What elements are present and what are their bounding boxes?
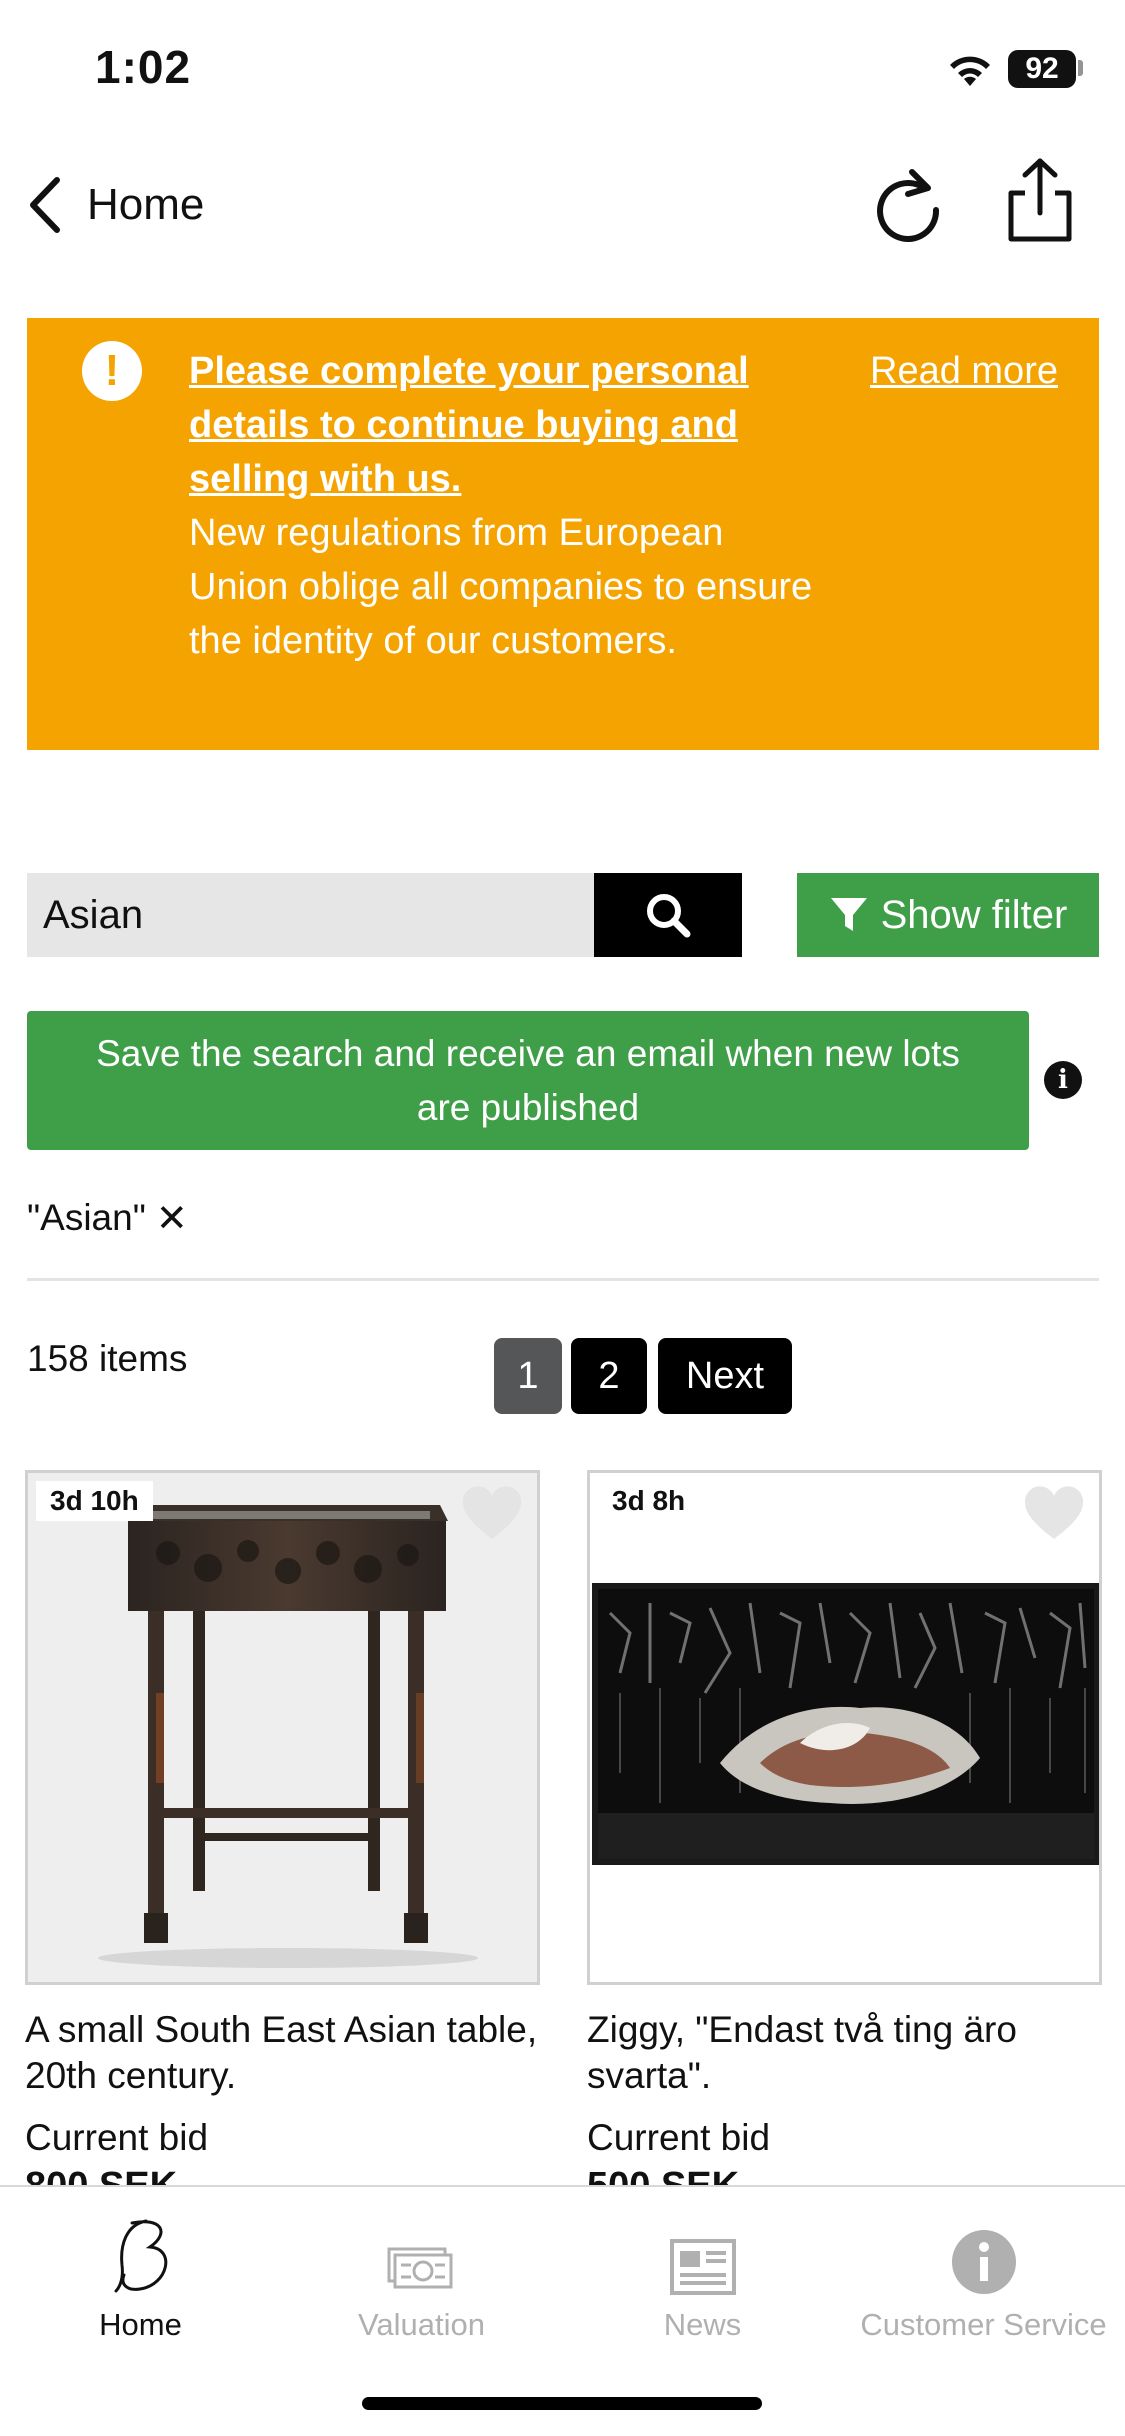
- back-button[interactable]: Home: [25, 165, 204, 245]
- banner-title-link[interactable]: Please complete your personal details to…: [189, 344, 829, 506]
- active-filter-chip[interactable]: "Asian" ✕: [27, 1193, 188, 1243]
- bukowskis-logo-icon: [114, 2219, 167, 2293]
- filter-icon: [830, 898, 867, 931]
- chevron-left-icon: [30, 177, 60, 233]
- time-left-badge: 3d 8h: [598, 1481, 700, 1521]
- share-icon[interactable]: [1003, 155, 1077, 247]
- battery-icon: 92: [1008, 50, 1076, 88]
- back-label: Home: [87, 180, 205, 229]
- heart-icon[interactable]: [1023, 1485, 1085, 1541]
- current-bid-label: Current bid: [587, 2117, 771, 2158]
- lot-card[interactable]: 3d 10h A small South East Asian table, 2…: [25, 1470, 540, 2208]
- exclamation-icon: !: [82, 341, 142, 401]
- show-filter-button[interactable]: Show filter: [797, 873, 1099, 957]
- heart-icon[interactable]: [461, 1485, 523, 1541]
- home-indicator[interactable]: [362, 2397, 762, 2410]
- tab-customer-service[interactable]: Customer Service: [843, 2215, 1124, 2343]
- items-count: 158 items: [27, 1338, 188, 1379]
- tab-label: Valuation: [358, 2307, 485, 2342]
- money-icon: [387, 2247, 452, 2289]
- time-left-badge: 3d 10h: [36, 1481, 153, 1521]
- page-1-button[interactable]: 1: [494, 1338, 562, 1414]
- page-2-button[interactable]: 2: [571, 1338, 647, 1414]
- next-page-button[interactable]: Next: [658, 1338, 792, 1414]
- graffiti-artwork-image: [592, 1583, 1099, 1865]
- status-time: 1:02: [95, 41, 192, 93]
- active-filter-label: "Asian": [27, 1197, 146, 1238]
- tab-label: Home: [99, 2307, 182, 2342]
- search-button[interactable]: [594, 873, 742, 957]
- tab-label: Customer Service: [860, 2307, 1107, 2342]
- newspaper-icon: [669, 2239, 736, 2295]
- navigation-bar: Home: [0, 150, 1125, 260]
- current-bid-label: Current bid: [25, 2117, 209, 2158]
- carved-table-image: [98, 1505, 478, 1968]
- search-icon: [647, 894, 691, 938]
- show-filter-label: Show filter: [880, 892, 1068, 937]
- read-more-link[interactable]: Read more: [870, 344, 1058, 398]
- regulation-banner: ! Please complete your personal details …: [27, 318, 1099, 750]
- close-icon[interactable]: ✕: [156, 1196, 188, 1241]
- reload-icon[interactable]: [868, 158, 948, 248]
- tab-home[interactable]: Home: [0, 2215, 281, 2343]
- save-search-button[interactable]: Save the search and receive an email whe…: [27, 1011, 1029, 1150]
- lot-card[interactable]: 3d 8h Ziggy, "Endast två ting äro svarta…: [587, 1470, 1102, 2208]
- battery-tip: [1078, 60, 1083, 76]
- info-circle-icon: [951, 2230, 1016, 2294]
- tab-label: News: [663, 2307, 742, 2342]
- wifi-icon: [950, 56, 990, 86]
- tab-news[interactable]: News: [562, 2215, 843, 2343]
- lot-image[interactable]: 3d 10h: [25, 1470, 540, 1985]
- status-bar: 1:02 92: [0, 0, 1125, 140]
- lot-title[interactable]: A small South East Asian table, 20th cen…: [25, 2007, 540, 2099]
- info-icon[interactable]: i: [1044, 1061, 1082, 1099]
- search-input[interactable]: Asian: [27, 873, 594, 957]
- divider: [27, 1278, 1099, 1281]
- tab-valuation[interactable]: Valuation: [281, 2215, 562, 2343]
- lot-image[interactable]: 3d 8h: [587, 1470, 1102, 1985]
- banner-body: New regulations from European Union obli…: [189, 512, 813, 662]
- lot-title[interactable]: Ziggy, "Endast två ting äro svarta".: [587, 2007, 1102, 2099]
